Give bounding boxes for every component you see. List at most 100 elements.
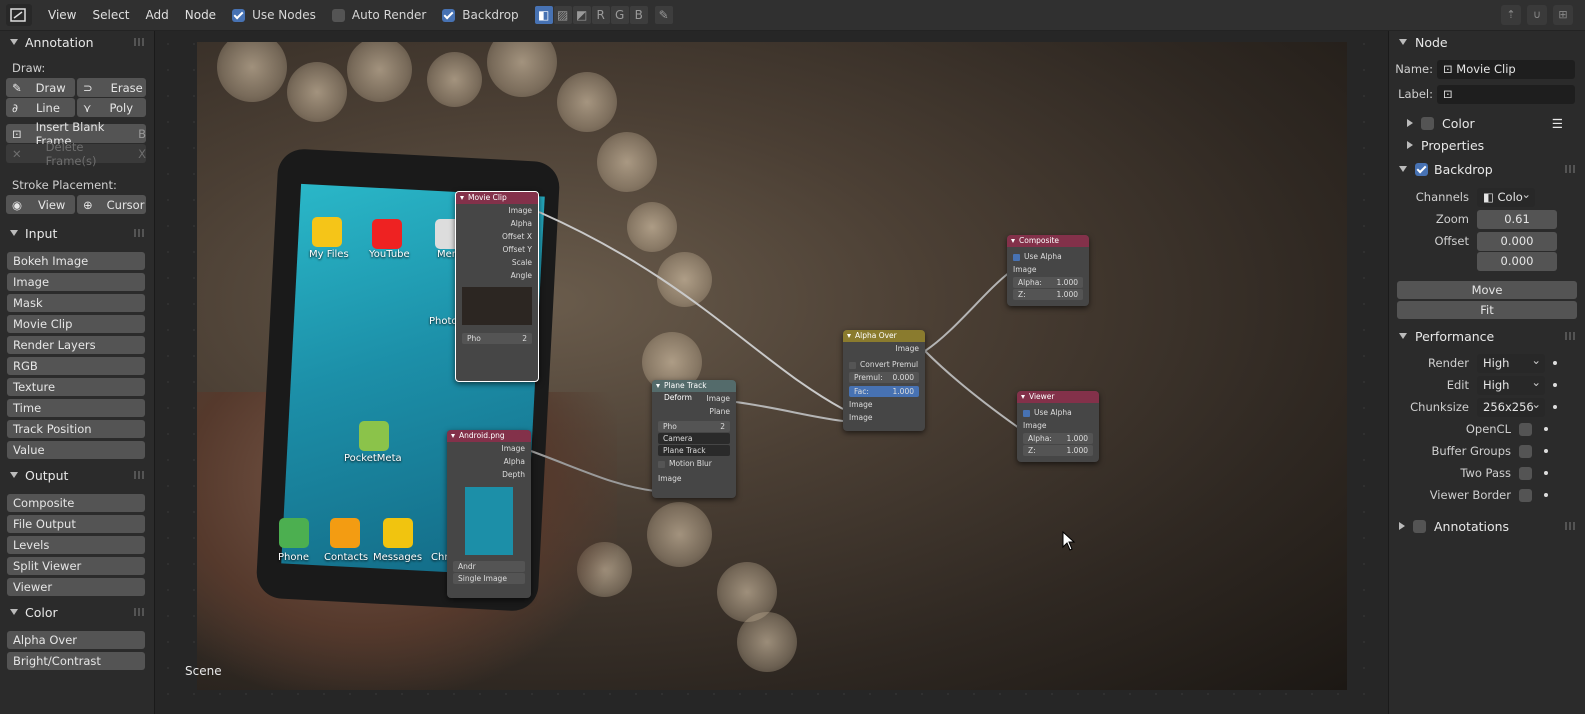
viewer-border-checkbox[interactable] [1519, 488, 1532, 502]
node-canvas[interactable]: My Files YouTube Memo Photos PocketMeta … [155, 31, 1388, 714]
properties-subpanel-header[interactable]: Properties [1389, 134, 1585, 156]
fac-field[interactable]: Fac: 1.000 [849, 386, 919, 397]
keyframe-dot-icon[interactable] [1553, 383, 1557, 387]
drag-handle-icon[interactable] [134, 608, 146, 616]
color-channel-button[interactable]: ▨ [553, 6, 572, 24]
use-nodes-checkbox[interactable] [232, 8, 246, 22]
render-quality-dropdown[interactable]: High [1477, 351, 1545, 373]
backdrop-fit-button[interactable]: Fit [1397, 301, 1577, 319]
menu-add[interactable]: Add [146, 8, 169, 22]
auto-render-toggle[interactable]: Auto Render [331, 8, 426, 22]
menu-select[interactable]: Select [92, 8, 129, 22]
add-image-button[interactable]: Image [7, 273, 145, 291]
list-icon[interactable]: ☰ [1552, 116, 1563, 131]
convert-premul-checkbox[interactable] [849, 361, 856, 369]
annotations-checkbox[interactable] [1413, 519, 1426, 533]
output-panel-header[interactable]: Output [0, 464, 154, 486]
eyedropper-icon[interactable]: ✎ [654, 6, 673, 24]
add-bokeh-image-button[interactable]: Bokeh Image [7, 252, 145, 270]
node-plane-track-deform[interactable]: Plane Track Deform Image Plane Pho 2 Came… [652, 380, 736, 498]
blue-channel-button[interactable]: B [629, 6, 648, 24]
offset-y-field[interactable]: 0.000 [1477, 252, 1557, 271]
keyframe-dot-icon[interactable] [1544, 449, 1548, 453]
use-alpha-toggle[interactable]: Use Alpha [1007, 250, 1089, 263]
chunksize-dropdown[interactable]: 256x256 [1477, 395, 1545, 417]
plane-track-field[interactable]: Plane Track [658, 445, 730, 456]
annotation-panel-header[interactable]: Annotation [0, 31, 154, 53]
z-field[interactable]: Z: 1.000 [1013, 289, 1083, 300]
color-checkbox[interactable] [1421, 116, 1434, 130]
node-viewer[interactable]: Viewer Use Alpha Image Alpha: 1.000 Z: 1.0… [1017, 391, 1099, 462]
use-alpha-checkbox[interactable] [1013, 253, 1020, 261]
add-texture-button[interactable]: Texture [7, 378, 145, 396]
color-subpanel-header[interactable]: Color ☰ [1389, 112, 1585, 134]
premul-field[interactable]: Premul: 0.000 [849, 372, 919, 383]
add-movie-clip-button[interactable]: Movie Clip [7, 315, 145, 333]
parent-node-tree-icon[interactable]: ⇡ [1501, 5, 1521, 25]
node-panel-header[interactable]: Node [1389, 31, 1585, 53]
use-alpha-toggle[interactable]: Use Alpha [1017, 406, 1099, 419]
offset-x-field[interactable]: 0.000 [1477, 231, 1557, 251]
input-panel-header[interactable]: Input [0, 222, 154, 244]
drag-handle-icon[interactable] [134, 38, 146, 46]
clip-selector[interactable]: Pho 2 [658, 421, 730, 432]
motion-blur-toggle[interactable]: Motion Blur [652, 457, 736, 470]
keyframe-dot-icon[interactable] [1544, 427, 1548, 431]
green-channel-button[interactable]: G [610, 6, 629, 24]
add-viewer-button[interactable]: Viewer [7, 578, 145, 596]
image-selector[interactable]: Andr [453, 561, 525, 572]
use-nodes-toggle[interactable]: Use Nodes [232, 8, 316, 22]
add-value-button[interactable]: Value [7, 441, 145, 459]
backdrop-move-button[interactable]: Move [1397, 281, 1577, 299]
snap-icon[interactable]: ∪ [1527, 5, 1547, 25]
node-header[interactable]: Plane Track Deform [652, 380, 736, 402]
delete-frames-button[interactable]: ✕ Delete Frame(s) X [6, 140, 146, 168]
keyframe-dot-icon[interactable] [1544, 471, 1548, 475]
line-button[interactable]: ∂ Line [6, 98, 75, 117]
node-header[interactable]: Alpha Over [843, 330, 925, 342]
add-alpha-over-button[interactable]: Alpha Over [7, 631, 145, 649]
auto-render-checkbox[interactable] [331, 8, 345, 22]
annotations-panel-header[interactable]: Annotations [1389, 515, 1585, 537]
color-panel-header[interactable]: Color [0, 601, 154, 623]
use-alpha-checkbox[interactable] [1023, 409, 1030, 417]
drag-handle-icon[interactable] [1565, 522, 1577, 530]
edit-quality-dropdown[interactable]: High [1477, 373, 1545, 395]
placement-cursor-button[interactable]: ⊕ Cursor [77, 195, 146, 214]
alpha-field[interactable]: Alpha: 1.000 [1023, 433, 1093, 444]
zoom-field[interactable]: 0.61 [1477, 209, 1557, 229]
drag-handle-icon[interactable] [1565, 165, 1577, 173]
poly-button[interactable]: ⋎ Poly [77, 98, 146, 117]
draw-button[interactable]: ✎ Draw [6, 78, 75, 97]
red-channel-button[interactable]: R [591, 6, 610, 24]
add-mask-button[interactable]: Mask [7, 294, 145, 312]
drag-handle-icon[interactable] [134, 229, 146, 237]
add-track-position-button[interactable]: Track Position [7, 420, 145, 438]
menu-view[interactable]: View [48, 8, 76, 22]
camera-field[interactable]: Camera [658, 433, 730, 444]
editor-type-button[interactable] [6, 4, 32, 26]
backdrop-checkbox[interactable] [442, 8, 456, 22]
node-android-image[interactable]: Android.png Image Alpha Depth Andr Singl… [447, 430, 531, 598]
node-header[interactable]: Composite [1007, 235, 1089, 247]
z-field[interactable]: Z: 1.000 [1023, 445, 1093, 456]
image-source-dropdown[interactable]: Single Image [453, 573, 525, 584]
node-label-field[interactable]: ⊡ [1437, 84, 1575, 104]
performance-panel-header[interactable]: Performance [1389, 325, 1585, 347]
backdrop-panel-header[interactable]: Backdrop [1389, 158, 1585, 180]
two-pass-checkbox[interactable] [1519, 466, 1532, 480]
add-file-output-button[interactable]: File Output [7, 515, 145, 533]
node-header[interactable]: Android.png [447, 430, 531, 442]
node-movie-clip[interactable]: Movie Clip Image Alpha Offset X Offset Y… [455, 191, 539, 382]
add-render-layers-button[interactable]: Render Layers [7, 336, 145, 354]
channels-dropdown[interactable]: ◧ Colo [1477, 185, 1535, 207]
alpha-field[interactable]: Alpha: 1.000 [1013, 277, 1083, 288]
node-header[interactable]: Movie Clip [456, 192, 538, 204]
add-levels-button[interactable]: Levels [7, 536, 145, 554]
add-split-viewer-button[interactable]: Split Viewer [7, 557, 145, 575]
color-alpha-channel-button[interactable]: ◧ [534, 6, 553, 24]
backdrop-toggle[interactable]: Backdrop [442, 8, 519, 22]
drag-handle-icon[interactable] [134, 471, 146, 479]
add-composite-button[interactable]: Composite [7, 494, 145, 512]
erase-button[interactable]: ⊃ Erase [77, 78, 146, 97]
